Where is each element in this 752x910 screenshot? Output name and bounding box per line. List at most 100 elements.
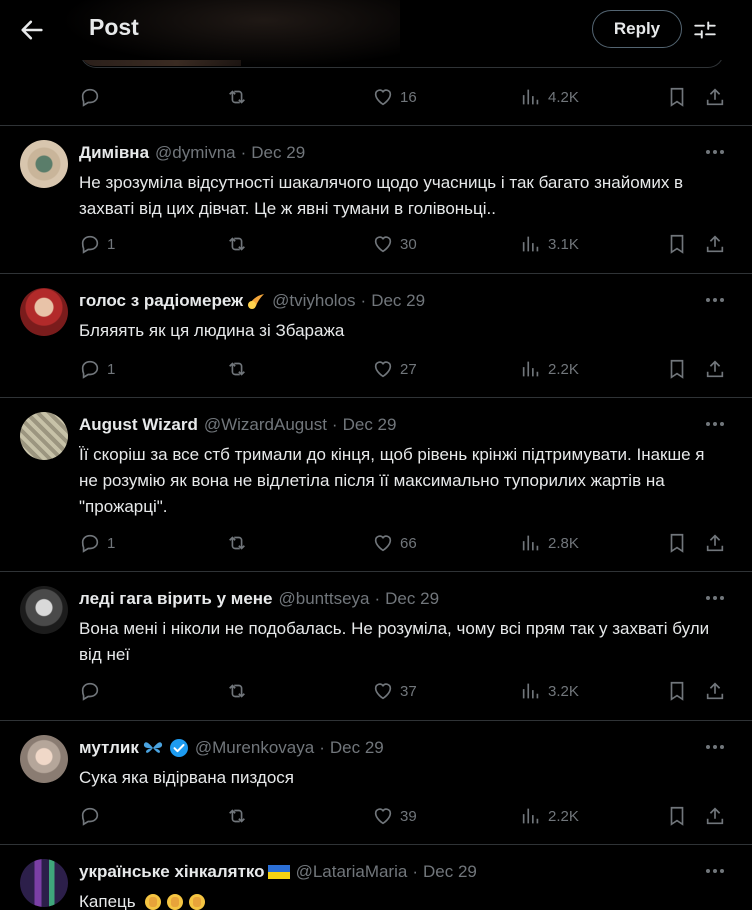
tweet-date[interactable]: Dec 29 xyxy=(371,291,425,311)
like-action[interactable]: 30 xyxy=(372,233,417,255)
share-action[interactable] xyxy=(704,358,726,380)
share-icon xyxy=(706,360,724,378)
author-handle[interactable]: @WizardAugust xyxy=(204,415,327,435)
avatar[interactable] xyxy=(20,859,68,907)
like-count: 37 xyxy=(400,682,417,700)
author-name[interactable]: Димівна xyxy=(79,143,149,163)
bookmark-action[interactable] xyxy=(666,233,688,255)
tweet-text: Не зрозуміла відсутності шакалячого щодо… xyxy=(79,173,684,218)
bookmark-icon xyxy=(670,359,684,379)
share-action[interactable] xyxy=(704,680,726,702)
reply-action[interactable]: 1 xyxy=(79,233,115,255)
tweet-date[interactable]: Dec 29 xyxy=(251,143,305,163)
repost-action[interactable] xyxy=(226,680,248,702)
more-options-icon[interactable] xyxy=(704,739,726,755)
reply-button[interactable]: Reply xyxy=(592,10,682,48)
reply-tweet[interactable]: August Wizard @WizardAugust · Dec 29 Її … xyxy=(0,398,752,572)
ukraine-flag-icon xyxy=(267,865,290,879)
share-action[interactable] xyxy=(704,532,726,554)
reply-icon xyxy=(81,360,99,379)
share-action[interactable] xyxy=(704,805,726,827)
more-options-icon[interactable] xyxy=(704,416,726,432)
reply-action[interactable] xyxy=(79,86,101,108)
reply-action[interactable] xyxy=(79,805,101,827)
bookmark-icon xyxy=(670,806,684,826)
views-action[interactable]: 2.2K xyxy=(520,358,579,380)
top-bar: Post Reply xyxy=(0,0,752,68)
separator-dot: · xyxy=(319,738,325,757)
author-handle[interactable]: @LatariaMaria xyxy=(296,862,408,882)
repost-action[interactable] xyxy=(226,358,248,380)
reply-tweet[interactable]: голос з радіомереж @tviyholos · Dec 29 Б… xyxy=(0,274,752,398)
reply-action[interactable] xyxy=(79,680,101,702)
tweet-text: Її скоріш за все стб тримали до кінця, щ… xyxy=(79,445,705,516)
repost-icon xyxy=(229,90,245,104)
bookmark-action[interactable] xyxy=(666,680,688,702)
views-action[interactable]: 3.2K xyxy=(520,680,579,702)
reply-tweet[interactable]: українське хінкалятко @LatariaMaria · De… xyxy=(0,845,752,910)
tweet-date[interactable]: Dec 29 xyxy=(423,862,477,882)
tweet-date[interactable]: Dec 29 xyxy=(343,415,397,435)
views-action[interactable]: 4.2K xyxy=(520,86,579,108)
avatar[interactable] xyxy=(20,140,68,188)
more-options-icon[interactable] xyxy=(704,144,726,160)
more-options-icon[interactable] xyxy=(704,863,726,879)
reply-icon xyxy=(81,682,99,701)
reply-tweet[interactable]: мутлик @Murenkovaya · Dec 29 Сука яка ві… xyxy=(0,721,752,845)
repost-action[interactable] xyxy=(226,805,248,827)
back-arrow-icon[interactable] xyxy=(18,16,46,44)
like-action[interactable]: 27 xyxy=(372,358,417,380)
tweet-header: голос з радіомереж @tviyholos · Dec 29 xyxy=(79,291,425,311)
author-handle[interactable]: @bunttseya xyxy=(279,589,370,609)
verified-badge-icon[interactable] xyxy=(169,738,189,758)
author-handle[interactable]: @Murenkovaya xyxy=(195,738,314,758)
repost-icon xyxy=(229,237,245,251)
avatar[interactable] xyxy=(20,735,68,783)
like-count: 39 xyxy=(400,807,417,825)
author-name[interactable]: August Wizard xyxy=(79,415,198,435)
like-count: 27 xyxy=(400,360,417,378)
bookmark-action[interactable] xyxy=(666,805,688,827)
separator-dot: · xyxy=(374,589,381,608)
share-action[interactable] xyxy=(704,86,726,108)
filter-sliders-icon[interactable] xyxy=(692,17,718,43)
avatar[interactable] xyxy=(20,288,68,336)
reply-tweet[interactable]: Димівна @dymivna · Dec 29 Не зрозуміла в… xyxy=(0,126,752,274)
views-action[interactable]: 2.2K xyxy=(520,805,579,827)
separator-dot: · xyxy=(331,415,338,434)
views-action[interactable]: 3.1K xyxy=(520,233,579,255)
like-action[interactable]: 39 xyxy=(372,805,417,827)
analytics-icon xyxy=(522,683,539,699)
author-name[interactable]: українське хінкалятко xyxy=(79,862,265,882)
bookmark-action[interactable] xyxy=(666,86,688,108)
tweet-date[interactable]: Dec 29 xyxy=(385,589,439,609)
tweet-date[interactable]: Dec 29 xyxy=(330,738,384,758)
reply-count: 1 xyxy=(107,534,116,552)
author-name[interactable]: мутлик xyxy=(79,738,139,758)
share-action[interactable] xyxy=(704,233,726,255)
view-count: 2.2K xyxy=(548,807,579,825)
like-action[interactable]: 37 xyxy=(372,680,417,702)
reply-tweet[interactable]: леді гага вірить у мене @bunttseya · Dec… xyxy=(0,572,752,721)
author-handle[interactable]: @tviyholos xyxy=(272,291,355,311)
bookmark-action[interactable] xyxy=(666,358,688,380)
author-handle[interactable]: @dymivna xyxy=(155,143,236,163)
analytics-icon xyxy=(522,236,539,252)
author-name[interactable]: голос з радіомереж xyxy=(79,291,243,311)
reply-action[interactable]: 1 xyxy=(79,532,115,554)
avatar[interactable] xyxy=(20,412,68,460)
bookmark-icon xyxy=(670,87,684,107)
like-action[interactable]: 66 xyxy=(372,532,417,554)
author-name[interactable]: леді гага вірить у мене xyxy=(79,589,273,609)
avatar[interactable] xyxy=(20,586,68,634)
more-options-icon[interactable] xyxy=(704,292,726,308)
repost-action[interactable] xyxy=(226,532,248,554)
repost-action[interactable] xyxy=(226,86,248,108)
views-action[interactable]: 2.8K xyxy=(520,532,579,554)
bookmark-icon xyxy=(670,681,684,701)
reply-action[interactable]: 1 xyxy=(79,358,115,380)
like-action[interactable]: 16 xyxy=(372,86,417,108)
repost-action[interactable] xyxy=(226,233,248,255)
more-options-icon[interactable] xyxy=(704,590,726,606)
bookmark-action[interactable] xyxy=(666,532,688,554)
